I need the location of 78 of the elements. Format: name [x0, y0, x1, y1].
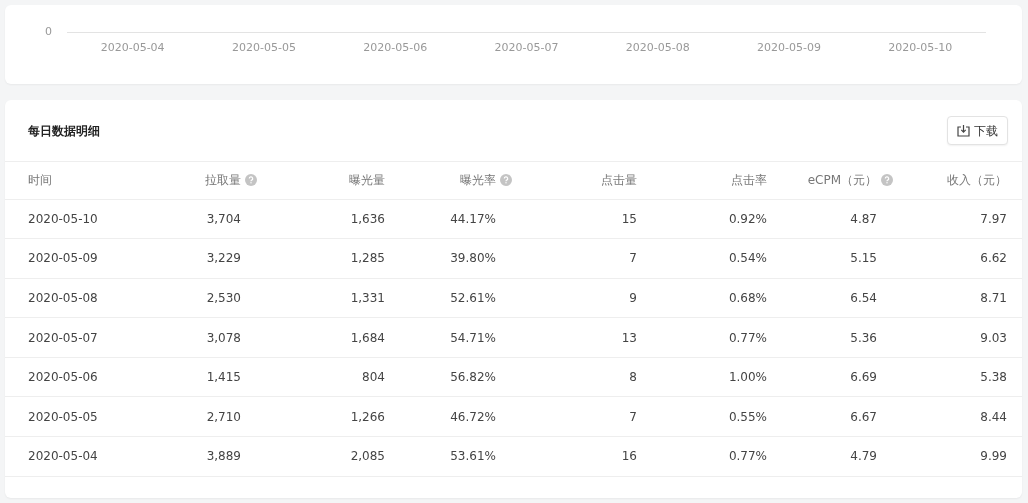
table-cell: 6.67 [850, 409, 877, 424]
table-cell: 7 [629, 251, 637, 266]
table-cell: 39.80% [450, 251, 496, 266]
column-header: 点击率 [731, 172, 767, 190]
table-cell: 8.71 [980, 291, 1007, 305]
column-header: 点击量 [601, 172, 637, 190]
table-cell: 46.72% [450, 409, 496, 424]
table-cell: 0.77% [728, 330, 767, 345]
table-cell: 2,085 [350, 449, 385, 464]
table-cell: 1,415 [206, 370, 241, 385]
table-cell: 2020-05-07 [28, 330, 98, 345]
table-cell: 2020-05-09 [28, 251, 98, 266]
column-header: 时间 [28, 172, 52, 190]
table-cell: 52.61% [450, 291, 496, 305]
table-cell: 9.99 [980, 449, 1007, 464]
axis-label: 2020-05-10 [887, 40, 954, 56]
table-cell: 9.03 [980, 330, 1007, 345]
table-cell: 9 [629, 291, 637, 305]
table-cell: 2020-05-05 [28, 409, 98, 424]
table-cell: 53.61% [450, 449, 496, 464]
axis-label: 2020-05-04 [99, 40, 166, 56]
table-cell: 56.82% [450, 370, 496, 385]
table-cell: 2,530 [206, 291, 241, 305]
table-cell: 7 [629, 409, 637, 424]
table-cell: 8.44 [980, 409, 1007, 424]
table-cell: 1,331 [350, 291, 385, 305]
axis-label: 2020-05-06 [362, 40, 429, 56]
axis-label: 2020-05-09 [756, 40, 822, 56]
table-cell: 2020-05-08 [28, 291, 98, 305]
table-cell: 0.92% [728, 211, 767, 226]
table-cell: 2,710 [206, 409, 241, 424]
table-cell: 1,266 [350, 409, 385, 424]
table-cell: 5.15 [850, 251, 877, 266]
column-header: 曝光量 [349, 172, 385, 190]
axis-label: 2020-05-07 [493, 40, 560, 56]
table-cell: 3,229 [206, 251, 241, 266]
table-cell: 54.71% [450, 330, 496, 345]
table-cell: 1.00% [728, 370, 767, 385]
table-cell: 6.62 [980, 251, 1007, 266]
table-cell: 2020-05-10 [28, 211, 98, 226]
table-cell: 44.17% [450, 211, 496, 226]
table-cell: 7.97 [980, 211, 1007, 226]
table-cell: 13 [621, 330, 637, 345]
table-cell: 804 [362, 370, 385, 385]
table-cell: 0.54% [728, 251, 767, 266]
column-header: 曝光率 [460, 172, 496, 190]
help-icon[interactable] [245, 174, 257, 187]
table-cell: 0.68% [728, 291, 767, 305]
download-icon [957, 124, 970, 137]
table-cell: 6.54 [850, 291, 877, 305]
table-cell: 2020-05-06 [28, 370, 98, 385]
table-cell: 5.38 [980, 370, 1007, 385]
table-cell: 1,684 [350, 330, 385, 345]
table-cell: 2020-05-04 [28, 449, 98, 464]
table-cell: 4.79 [850, 449, 877, 464]
table-cell: 3,704 [206, 211, 241, 226]
axis-label: 2020-05-08 [624, 40, 691, 56]
table-cell: 3,889 [206, 449, 241, 464]
table-cell: 8 [629, 370, 637, 385]
axis-label: 0 [45, 24, 52, 40]
help-icon[interactable] [500, 174, 512, 187]
column-header: 拉取量 [205, 172, 241, 190]
table-cell: 1,636 [350, 211, 385, 226]
table-cell: 15 [621, 211, 637, 226]
table-cell: 0.55% [728, 409, 767, 424]
table-cell: 0.77% [728, 449, 767, 464]
help-icon[interactable] [881, 174, 893, 187]
table-cell: 1,285 [350, 251, 385, 266]
table-cell: 16 [621, 449, 637, 464]
card-title: 每日数据明细 [28, 122, 100, 140]
table-cell: 4.87 [850, 211, 877, 226]
column-header: 收入（元） [947, 172, 1007, 190]
axis-label: 2020-05-05 [230, 40, 297, 56]
table-cell: 5.36 [850, 330, 877, 345]
column-header: eCPM（元） [807, 172, 877, 190]
download-button[interactable]: 下载 [947, 116, 1008, 145]
table-cell: 6.69 [850, 370, 877, 385]
table-cell: 3,078 [206, 330, 241, 345]
